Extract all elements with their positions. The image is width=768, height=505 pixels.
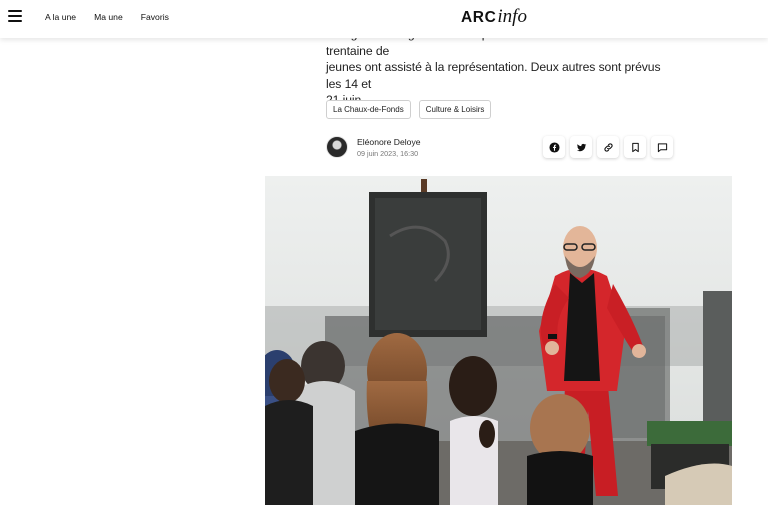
article-photo[interactable] <box>265 176 732 505</box>
lead-line-2: jeunes ont assisté à la représentation. … <box>326 60 661 91</box>
author-block: Eléonore Deloye 09 juin 2023, 16:30 <box>326 136 421 158</box>
twitter-icon <box>576 143 586 151</box>
site-logo[interactable]: ARC info <box>461 6 527 30</box>
share-twitter-button[interactable] <box>570 136 592 158</box>
nav-item-favoris[interactable]: Favoris <box>141 12 169 22</box>
logo-info: info <box>497 6 527 27</box>
comment-button[interactable] <box>651 136 673 158</box>
bookmark-button[interactable] <box>624 136 646 158</box>
site-header: A la une Ma une Favoris ARC info <box>0 0 768 38</box>
author-name[interactable]: Eléonore Deloye <box>357 137 421 147</box>
bookmark-icon <box>631 142 639 152</box>
share-link-button[interactable] <box>597 136 619 158</box>
tag-la-chaux-de-fonds[interactable]: La Chaux-de-Fonds <box>326 100 411 119</box>
publish-date: 09 juin 2023, 16:30 <box>357 148 419 158</box>
article-lead: collège des Forges avec un spectacle sur… <box>326 26 671 109</box>
logo-arc: ARC <box>461 9 497 26</box>
link-icon <box>603 142 613 152</box>
share-bar <box>543 136 673 158</box>
hamburger-menu-icon[interactable] <box>8 10 22 24</box>
author-meta: Eléonore Deloye 09 juin 2023, 16:30 <box>357 137 421 158</box>
avatar[interactable] <box>326 136 348 158</box>
nav-item-ma-une[interactable]: Ma une <box>94 12 123 22</box>
article-tags: La Chaux-de-Fonds Culture & Loisirs <box>326 100 492 119</box>
nav-item-a-la-une[interactable]: A la une <box>45 12 76 22</box>
photo-illustration <box>265 176 732 505</box>
lead-paragraph: collège des Forges avec un spectacle sur… <box>326 26 671 109</box>
share-facebook-button[interactable] <box>543 136 565 158</box>
comment-icon <box>657 142 667 152</box>
main-nav: A la une Ma une Favoris <box>45 12 169 22</box>
tag-culture-loisirs[interactable]: Culture & Loisirs <box>418 100 492 119</box>
facebook-icon <box>548 141 560 153</box>
